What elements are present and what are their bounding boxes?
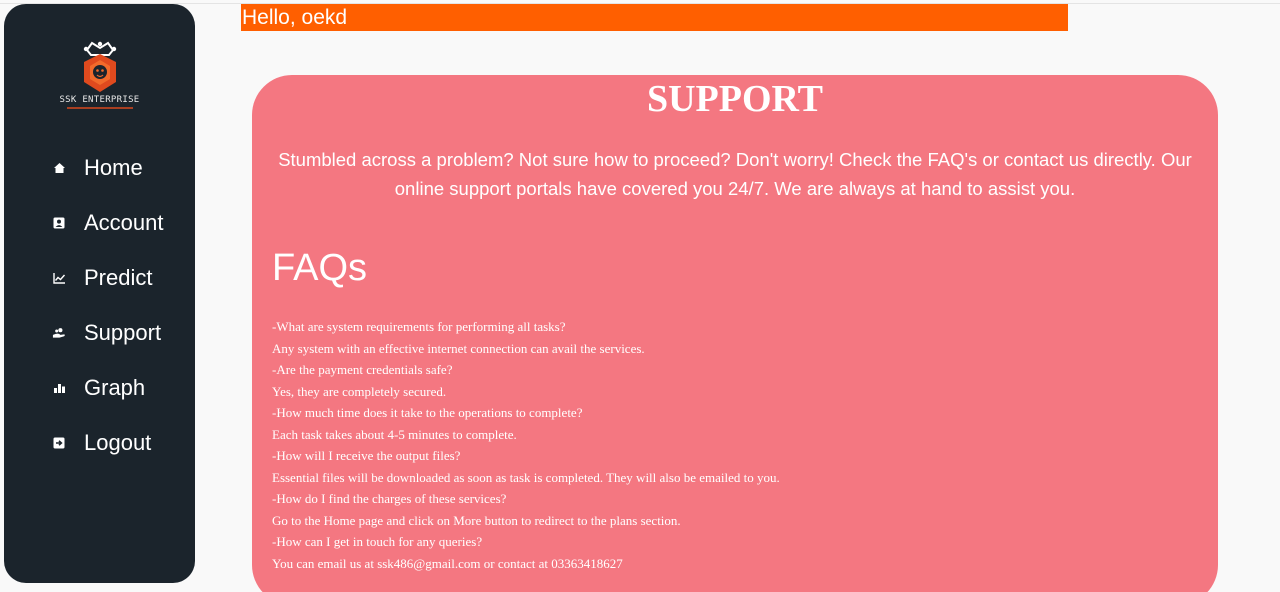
faq-answer: You can email us at ssk486@gmail.com or … xyxy=(272,555,623,571)
sidebar-item-graph[interactable]: Graph xyxy=(4,360,195,415)
sidebar-item-label: Support xyxy=(84,319,162,345)
brand-name: SSK ENTERPRISE xyxy=(59,95,140,105)
faq-list: -What are system requirements for perfor… xyxy=(272,316,1172,574)
faq-question: -What are system requirements for perfor… xyxy=(272,319,566,334)
lion-crown-logo-icon xyxy=(83,41,116,92)
sidebar-item-label: Predict xyxy=(84,264,153,290)
faq-answer: Yes, they are completely secured. xyxy=(272,383,447,399)
greeting-banner: Hello, oekd xyxy=(241,4,1068,31)
sidebar-item-label: Graph xyxy=(84,374,146,400)
sidebar-item-predict[interactable]: Predict xyxy=(4,250,195,305)
home-icon xyxy=(52,161,66,175)
sidebar-item-support[interactable]: Support xyxy=(4,305,195,360)
sidebar-item-label: Logout xyxy=(84,429,152,455)
account-icon xyxy=(52,216,66,230)
faq-question: -Are the payment credentials safe? xyxy=(272,362,453,377)
chart-line-icon xyxy=(52,271,66,285)
support-card: SUPPORT Stumbled across a problem? Not s… xyxy=(252,75,1218,592)
sidebar-item-label: Home xyxy=(84,154,143,180)
faq-answer: Any system with an effective internet co… xyxy=(272,340,645,356)
faq-heading: FAQs xyxy=(272,247,368,289)
faq-answer: Go to the Home page and click on More bu… xyxy=(272,512,681,528)
faq-question: -How can I get in touch for any queries? xyxy=(272,534,483,549)
faq-question: -How will I receive the output files? xyxy=(272,448,461,463)
sidebar: SSK ENTERPRISE Home Account Predict Supp… xyxy=(4,4,195,583)
bar-chart-icon xyxy=(52,381,66,395)
sidebar-item-account[interactable]: Account xyxy=(4,195,195,250)
brand-tagline-bar xyxy=(66,107,133,109)
sidebar-nav: Home Account Predict Support Graph Logou… xyxy=(4,140,195,470)
sidebar-item-home[interactable]: Home xyxy=(4,140,195,195)
page-title: SUPPORT xyxy=(646,78,823,120)
support-icon xyxy=(52,326,66,340)
sidebar-item-label: Account xyxy=(84,209,164,235)
faq-answer: Essential files will be downloaded as so… xyxy=(272,469,780,485)
faq-answer: Each task takes about 4-5 minutes to com… xyxy=(272,426,517,442)
logout-icon xyxy=(52,436,66,450)
sidebar-item-logout[interactable]: Logout xyxy=(4,415,195,470)
brand-logo[interactable]: SSK ENTERPRISE xyxy=(4,40,195,118)
support-intro: Stumbled across a problem? Not sure how … xyxy=(278,149,1192,199)
faq-question: -How much time does it take to the opera… xyxy=(272,405,583,420)
faq-question: -How do I find the charges of these serv… xyxy=(272,491,507,506)
